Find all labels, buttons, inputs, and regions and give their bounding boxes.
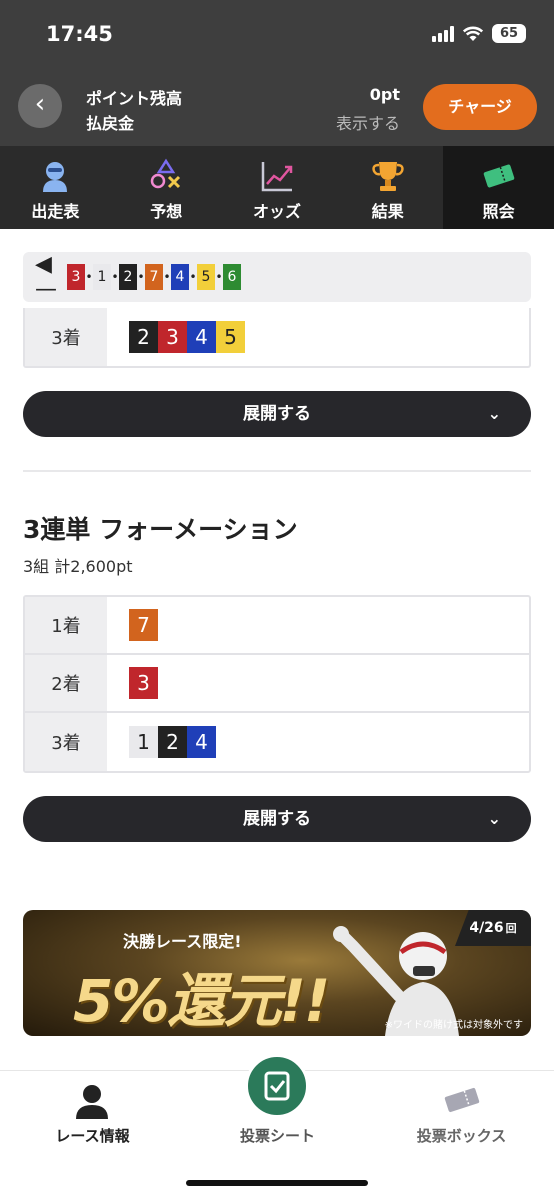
racer-number-chip: 4: [171, 264, 189, 290]
racer-numbers: 2345: [107, 308, 529, 366]
separator-dot: •: [85, 270, 93, 284]
home-indicator: [186, 1180, 368, 1186]
separator-dot: •: [163, 270, 171, 284]
arrow-left-icon: ◀—: [35, 252, 57, 302]
shapes-icon: [150, 158, 181, 189]
bet-sheet-fab[interactable]: [245, 1054, 309, 1118]
chevron-down-icon: ⌄: [487, 809, 501, 828]
point-label: ポイント残高: [86, 89, 183, 108]
status-time: 17:45: [46, 22, 113, 46]
tab-inquiry[interactable]: 照会: [443, 146, 554, 229]
bet-type-title: 3連単 フォーメーション: [23, 515, 298, 544]
racer-number-chip: 1: [129, 726, 158, 758]
racer-number-chip: 2: [158, 726, 187, 758]
banner-date: 4/26: [469, 920, 504, 936]
bet-table-formation: 1着 7 2着 3 3着 1 2 4: [23, 595, 531, 773]
racer-number-chip: 5: [216, 321, 245, 353]
tab-prediction[interactable]: 予想: [111, 146, 222, 229]
racer-number-chip: 6: [223, 264, 241, 290]
racer-number-chip: 3: [129, 667, 158, 699]
racer-numbers: 3: [107, 655, 529, 711]
tickets-icon: [444, 1087, 480, 1113]
check-sheet-icon: [264, 1071, 290, 1101]
tab-label: 照会: [482, 202, 515, 221]
racer-number-chip: 4: [187, 726, 216, 758]
section-divider: [23, 470, 531, 472]
racer-numbers: 124: [107, 713, 529, 771]
trophy-icon: [372, 162, 404, 191]
battery-icon: 65: [492, 24, 526, 43]
finish-order-bar: ◀— 3 • 1 • 2 • 7 • 4 • 5 • 6: [23, 252, 531, 302]
racer-number-chip: 2: [119, 264, 137, 290]
place-label: 3着: [25, 308, 107, 366]
tab-entries[interactable]: 出走表: [0, 146, 111, 229]
app-header: 17:45 65 ‹ ポイント残高 払戻金 0pt 表示する チャージ: [0, 0, 554, 146]
status-icons: 65: [432, 24, 526, 43]
tab-label: 出走表: [31, 202, 80, 221]
signal-icon: [432, 25, 454, 42]
bottom-tab-label: レース情報: [55, 1127, 130, 1145]
racer-numbers: 7: [107, 597, 529, 653]
ticket-icon: [483, 164, 514, 188]
racer-number-chip: 1: [93, 264, 111, 290]
bottom-tab-bet-box[interactable]: 投票ボックス: [369, 1071, 554, 1199]
table-row: 3着 2 3 4 5: [25, 308, 529, 366]
banner-main-text: 5%還元!!: [73, 967, 330, 1035]
bet-summary: 3組 計2,600pt: [23, 557, 133, 576]
racer-number-chip: 4: [187, 321, 216, 353]
tab-label: 結果: [371, 202, 404, 221]
bottom-tab-race-info[interactable]: レース情報: [0, 1071, 185, 1199]
racer-number-chip: 3: [67, 264, 85, 290]
separator-dot: •: [111, 270, 119, 284]
separator-dot: •: [215, 270, 223, 284]
point-value: 0pt: [369, 85, 400, 104]
promo-banner[interactable]: 決勝レース限定! 5%還元!! 4/26 回 ※ワイドの賭け式は対象外です: [23, 910, 531, 1036]
racer-number-chip: 3: [158, 321, 187, 353]
place-label: 3着: [25, 713, 107, 771]
banner-note: ※ワイドの賭け式は対象外です: [384, 1020, 523, 1031]
expand-button[interactable]: 展開する ⌄: [23, 391, 531, 437]
banner-date-suffix: 回: [505, 922, 517, 935]
place-label: 1着: [25, 597, 107, 653]
back-button[interactable]: ‹: [18, 84, 62, 128]
bottom-tab-label: 投票シート: [239, 1127, 315, 1145]
banner-date-badge: 4/26 回: [455, 910, 531, 946]
expand-label: 展開する: [243, 809, 311, 829]
expand-button[interactable]: 展開する ⌄: [23, 796, 531, 842]
chevron-down-icon: ⌄: [487, 404, 501, 423]
helmet-icon: [43, 162, 68, 192]
chevron-left-icon: ‹: [34, 89, 46, 119]
person-icon: [76, 1085, 108, 1119]
payout-label: 払戻金: [86, 114, 135, 133]
tab-label: オッズ: [252, 202, 301, 221]
racer-number-chip: 2: [129, 321, 158, 353]
place-label: 2着: [25, 655, 107, 711]
table-row: 3着 1 2 4: [25, 713, 529, 771]
tab-label: 予想: [150, 202, 183, 221]
expand-label: 展開する: [243, 404, 311, 424]
table-row: 2着 3: [25, 655, 529, 713]
charge-button[interactable]: チャージ: [423, 84, 537, 130]
tab-odds[interactable]: オッズ: [222, 146, 333, 229]
tab-results[interactable]: 結果: [332, 146, 443, 229]
bet-table-previous: 3着 2 3 4 5: [23, 308, 531, 368]
tab-bar: 出走表 予想 オッズ 結果 照会: [0, 146, 554, 229]
separator-dot: •: [189, 270, 197, 284]
chart-icon: [261, 162, 293, 192]
separator-dot: •: [137, 270, 145, 284]
table-row: 1着 7: [25, 597, 529, 655]
racer-number-chip: 7: [145, 264, 163, 290]
wifi-icon: [462, 26, 484, 41]
bottom-tab-label: 投票ボックス: [416, 1127, 507, 1145]
banner-headline: 決勝レース限定!: [123, 932, 242, 951]
racer-number-chip: 5: [197, 264, 215, 290]
racer-number-chip: 7: [129, 609, 158, 641]
payout-show-link[interactable]: 表示する: [336, 110, 400, 134]
